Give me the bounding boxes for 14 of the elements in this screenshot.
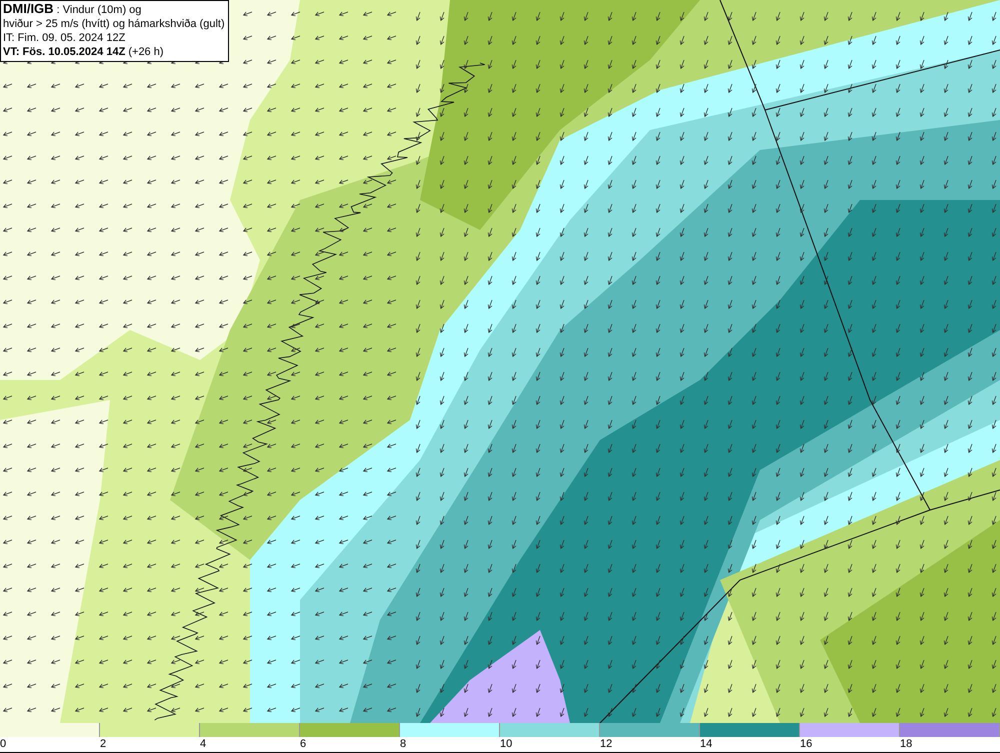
legend-label: 4 <box>200 737 206 751</box>
info-text: IT: Fim. 09. 05. 2024 12Z <box>3 31 126 45</box>
legend-label: 16 <box>800 737 812 751</box>
legend-label: 18 <box>900 737 912 751</box>
legend-label: 10 <box>500 737 512 751</box>
info-text: DMI/IGB : Vindur (10m) og <box>3 2 142 17</box>
info-text: VT: Fös. 10.05.2024 14Z (+26 h) <box>3 45 165 59</box>
legend-label: 12 <box>600 737 612 751</box>
legend-label: 8 <box>400 737 406 751</box>
legend-label: 0 <box>0 737 6 751</box>
legend-label: 14 <box>700 737 712 751</box>
info-text: hviður > 25 m/s (hvítt) og hámarkshviða (gult) <box>3 17 225 31</box>
legend-label: 2 <box>100 737 106 751</box>
legend-label: 6 <box>300 737 306 751</box>
